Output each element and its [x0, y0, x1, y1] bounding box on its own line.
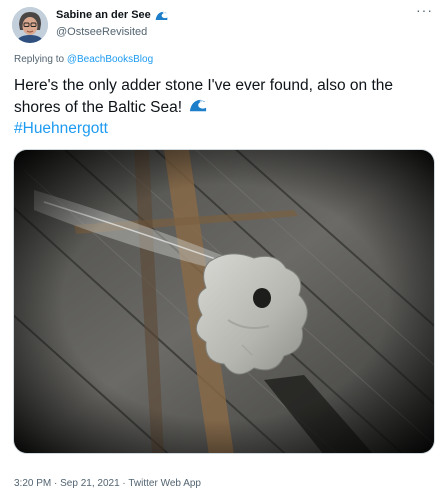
- avatar-image: [12, 7, 48, 43]
- tweet: Sabine an der See @OstseeRevisited ··· R…: [0, 0, 447, 502]
- meta-separator: ·: [51, 478, 61, 489]
- reply-mention-link[interactable]: @BeachBooksBlog: [67, 54, 153, 65]
- tweet-meta: 3:20 PM · Sep 21, 2021 · Twitter Web App: [14, 478, 201, 489]
- user-handle[interactable]: @OstseeRevisited: [56, 26, 168, 38]
- water-wave-icon: [189, 96, 208, 114]
- tweet-text: Here's the only adder stone I've ever fo…: [14, 75, 439, 139]
- hashtag-link[interactable]: #Huehnergott: [14, 120, 108, 137]
- more-icon[interactable]: ···: [416, 2, 433, 18]
- tweet-date[interactable]: Sep 21, 2021: [60, 478, 120, 489]
- adder-stone-photo: [14, 150, 434, 453]
- display-name[interactable]: Sabine an der See: [56, 9, 151, 21]
- tweet-photo[interactable]: [13, 149, 435, 454]
- tweet-time[interactable]: 3:20 PM: [14, 478, 51, 489]
- tweet-author: Sabine an der See @OstseeRevisited: [56, 7, 168, 38]
- tweet-source: Twitter Web App: [128, 478, 201, 489]
- avatar[interactable]: [12, 7, 48, 43]
- replying-to: Replying to @BeachBooksBlog: [14, 54, 153, 65]
- water-wave-icon: [154, 8, 168, 22]
- replying-to-label: Replying to: [14, 54, 67, 65]
